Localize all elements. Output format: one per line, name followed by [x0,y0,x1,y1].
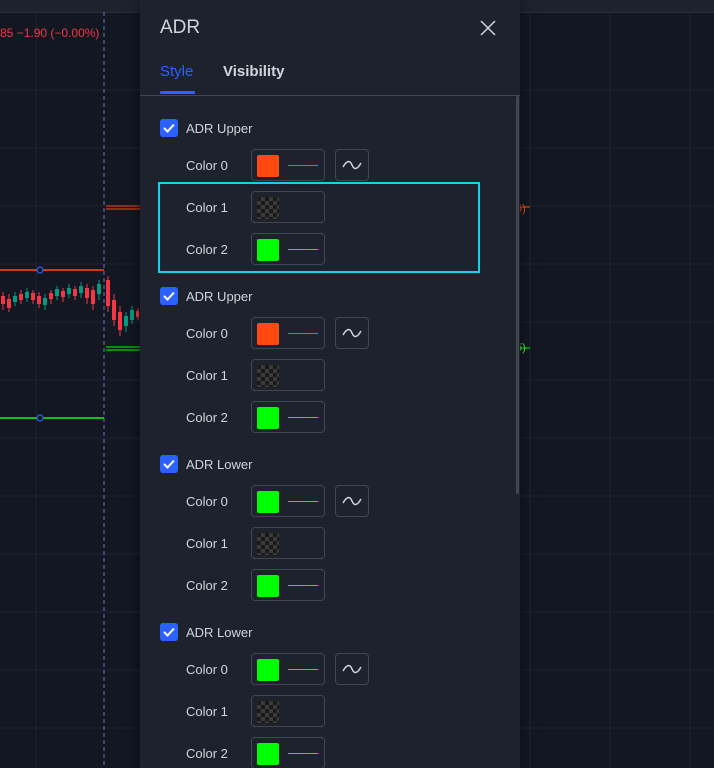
line-sample [288,669,318,670]
style-settings-list[interactable]: ADR Upper Color 0 Color 1 Color 2 ADR Up… [140,96,520,768]
transparent-swatch [257,197,279,219]
plot-label: ADR Lower [186,456,253,472]
color-swatch [257,491,279,513]
plot-label: ADR Upper [186,288,253,304]
color-picker-button[interactable] [251,149,325,181]
tab-visibility[interactable]: Visibility [223,63,284,80]
plot-visible-checkbox[interactable] [160,119,178,137]
color-picker-button[interactable] [251,401,325,433]
color-picker-button[interactable] [251,233,325,265]
checkmark-icon [163,459,175,469]
color-label: Color 2 [186,578,228,593]
line-handle [36,414,44,422]
color-swatch [257,575,279,597]
line-sample [288,417,318,418]
plot-label: ADR Upper [186,120,253,136]
plot-visible-checkbox[interactable] [160,287,178,305]
color-swatch [257,407,279,429]
line-sample [288,585,318,586]
plot-style-button[interactable] [335,317,369,349]
line-sample [288,333,318,334]
wave-icon [342,496,362,506]
indicator-settings-dialog: ADR Style Visibility ADR Upper Color 0 C… [140,0,520,768]
color-label: Color 0 [186,494,228,509]
checkmark-icon [163,291,175,301]
line-sample [288,249,318,250]
price-change-readout: 85 −1.90 (−0.00%) [0,26,100,40]
color-label: Color 2 [186,242,228,257]
plot-group-adr-upper: ADR Upper [160,286,252,306]
tab-style[interactable]: Style [160,63,193,80]
color-picker-button[interactable] [251,569,325,601]
color-label: Color 1 [186,368,228,383]
line-sample [288,165,318,166]
transparent-swatch [257,533,279,555]
line-sample [288,501,318,502]
color-label: Color 0 [186,662,228,677]
color-label: Color 0 [186,158,228,173]
color-picker-button[interactable] [251,527,325,559]
color-swatch [257,659,279,681]
color-label: Color 1 [186,200,228,215]
color-swatch [257,239,279,261]
color-label: Color 2 [186,410,228,425]
wave-icon [342,664,362,674]
line-handle [36,266,44,274]
color-label: Color 2 [186,746,228,761]
plot-style-button[interactable] [335,149,369,181]
color-swatch [257,323,279,345]
color-picker-button[interactable] [251,653,325,685]
candlesticks [1,276,139,336]
plot-group-adr-lower: ADR Lower [160,454,252,474]
wave-icon [342,328,362,338]
plot-visible-checkbox[interactable] [160,623,178,641]
color-label: Color 1 [186,536,228,551]
plot-visible-checkbox[interactable] [160,455,178,473]
plot-group-adr-upper: ADR Upper [160,118,252,138]
active-tab-indicator [160,91,195,94]
line-sample [288,753,318,754]
plot-style-button[interactable] [335,485,369,517]
close-icon[interactable] [474,14,502,42]
plot-style-button[interactable] [335,653,369,685]
color-picker-button[interactable] [251,737,325,768]
tab-bar: Style Visibility [140,54,520,96]
checkmark-icon [163,627,175,637]
close-button[interactable] [474,14,502,42]
color-picker-button[interactable] [251,695,325,727]
color-picker-button[interactable] [251,317,325,349]
color-picker-button[interactable] [251,485,325,517]
transparent-swatch [257,365,279,387]
plot-label: ADR Lower [186,624,253,640]
color-swatch [257,155,279,177]
dialog-title: ADR [160,17,201,38]
wave-icon [342,160,362,170]
color-picker-button[interactable] [251,359,325,391]
transparent-swatch [257,701,279,723]
checkmark-icon [163,123,175,133]
color-label: Color 1 [186,704,228,719]
scrollbar-thumb[interactable] [516,96,519,494]
color-swatch [257,743,279,765]
color-picker-button[interactable] [251,191,325,223]
plot-group-adr-lower: ADR Lower [160,622,252,642]
color-label: Color 0 [186,326,228,341]
